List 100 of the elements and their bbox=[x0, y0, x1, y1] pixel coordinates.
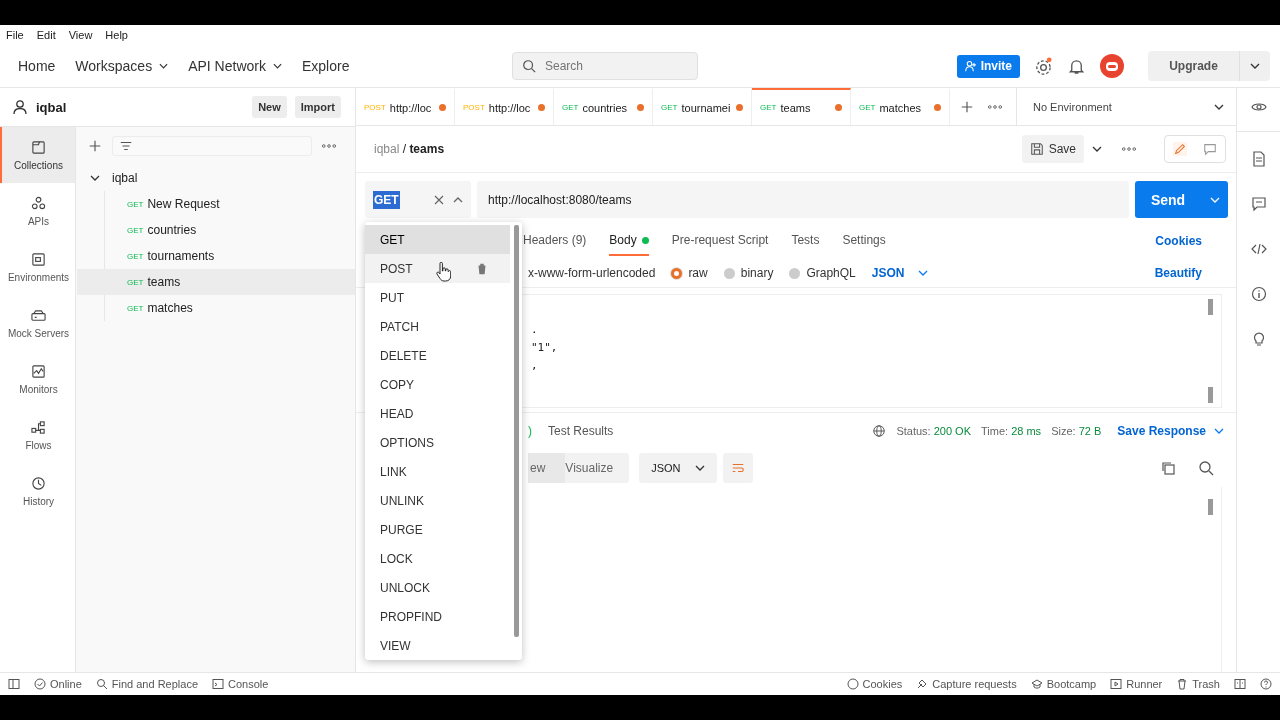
add-icon[interactable] bbox=[960, 99, 974, 114]
status-bar-item[interactable]: Capture requests bbox=[916, 678, 1017, 690]
request-item[interactable]: GET matches bbox=[77, 295, 355, 321]
method-option[interactable]: PROPFIND bbox=[365, 602, 510, 631]
search-icon[interactable] bbox=[1198, 460, 1214, 476]
sidebar-item[interactable]: Environments bbox=[0, 239, 75, 295]
import-button[interactable]: Import bbox=[294, 96, 341, 118]
method-option[interactable]: PATCH bbox=[365, 312, 510, 341]
edit-mode-button[interactable] bbox=[1173, 142, 1187, 156]
help-icon[interactable] bbox=[1260, 678, 1272, 690]
nav-link[interactable]: Workspaces bbox=[75, 58, 169, 74]
request-tab[interactable]: GET matches bbox=[851, 88, 950, 125]
scrollbar-thumb[interactable] bbox=[1208, 299, 1213, 315]
method-option[interactable]: LINK bbox=[365, 457, 510, 486]
document-icon[interactable] bbox=[1250, 151, 1267, 167]
status-bar-item[interactable]: Runner bbox=[1110, 678, 1163, 690]
method-option[interactable]: PURGE bbox=[365, 515, 510, 544]
sidebar-item[interactable]: Mock Servers bbox=[0, 295, 75, 351]
method-option[interactable]: COPY bbox=[365, 370, 510, 399]
body-type-option[interactable]: GraphQL bbox=[789, 266, 856, 280]
request-section-tab[interactable]: Tests bbox=[791, 226, 820, 256]
scrollbar-thumb[interactable] bbox=[514, 225, 519, 637]
menu-item[interactable]: Help bbox=[105, 29, 128, 41]
invite-button[interactable]: Invite bbox=[956, 54, 1020, 78]
sidebar-toggle-icon[interactable] bbox=[8, 678, 20, 690]
sidebar-item[interactable]: Collections bbox=[0, 127, 75, 183]
filter-field[interactable] bbox=[112, 136, 312, 156]
request-tab[interactable]: POST http://loc bbox=[356, 88, 455, 125]
beautify-link[interactable]: Beautify bbox=[1154, 266, 1202, 280]
environment-dropdown[interactable]: No Environment bbox=[1016, 88, 1236, 125]
method-option[interactable]: VIEW bbox=[365, 631, 510, 660]
sidebar-item[interactable]: History bbox=[0, 463, 75, 519]
status-bar-item[interactable]: Trash bbox=[1176, 678, 1220, 690]
body-type-option[interactable]: binary bbox=[723, 266, 774, 280]
status-bar-item[interactable]: Console bbox=[212, 678, 269, 690]
comment-mode-button[interactable] bbox=[1203, 142, 1217, 156]
menu-item[interactable]: Edit bbox=[36, 29, 56, 41]
body-type-option[interactable]: x-www-form-urlencoded bbox=[528, 266, 656, 280]
method-option[interactable]: UNLOCK bbox=[365, 573, 510, 602]
sidebar-item[interactable]: APIs bbox=[0, 183, 75, 239]
more-icon[interactable] bbox=[322, 144, 336, 148]
more-icon[interactable] bbox=[988, 104, 1002, 109]
request-item[interactable]: GET teams bbox=[77, 269, 355, 295]
request-section-tab[interactable]: Pre-request Script bbox=[671, 226, 769, 256]
sidebar-item[interactable]: Monitors bbox=[0, 351, 75, 407]
menu-item[interactable]: File bbox=[6, 29, 24, 41]
clear-icon[interactable] bbox=[433, 193, 445, 206]
new-button[interactable]: New bbox=[252, 96, 287, 118]
view-tab[interactable]: Visualize bbox=[565, 453, 630, 483]
format-dropdown[interactable]: JSON bbox=[871, 266, 929, 280]
request-tab[interactable]: GET countries bbox=[554, 88, 653, 125]
method-field[interactable]: GET bbox=[365, 181, 471, 218]
request-tab[interactable]: GET teams bbox=[752, 88, 851, 125]
method-option[interactable]: DELETE bbox=[365, 341, 510, 370]
request-section-tab[interactable]: Headers (9) bbox=[523, 226, 587, 256]
caret-icon[interactable] bbox=[1092, 146, 1102, 152]
cookies-link[interactable]: Cookies bbox=[1155, 234, 1202, 248]
sidebar-item[interactable]: Flows bbox=[0, 407, 75, 463]
code-icon[interactable] bbox=[1250, 241, 1267, 257]
comment-icon[interactable] bbox=[1250, 196, 1267, 212]
status-bar-item[interactable]: Find and Replace bbox=[95, 678, 199, 690]
request-item[interactable]: GET tournaments bbox=[77, 243, 355, 269]
method-option[interactable]: POST bbox=[365, 254, 510, 283]
request-item[interactable]: GET New Request bbox=[77, 191, 355, 217]
scrollbar-thumb[interactable] bbox=[1208, 499, 1213, 515]
method-option[interactable]: LOCK bbox=[365, 544, 510, 573]
view-tab[interactable]: ew bbox=[528, 453, 566, 483]
method-option[interactable]: GET bbox=[365, 225, 510, 254]
settings-icon[interactable] bbox=[1034, 56, 1053, 76]
caret-icon[interactable] bbox=[1250, 63, 1260, 69]
method-option[interactable]: UNLINK bbox=[365, 486, 510, 515]
nav-link[interactable]: Home bbox=[18, 58, 56, 74]
request-tab[interactable]: POST http://loc bbox=[455, 88, 554, 125]
request-item[interactable]: GET countries bbox=[77, 217, 355, 243]
request-tab[interactable]: GET tournamei bbox=[653, 88, 752, 125]
search-field[interactable]: Search bbox=[512, 52, 698, 80]
nav-link[interactable]: API Network bbox=[188, 58, 282, 74]
status-bar-item[interactable]: Cookies bbox=[846, 678, 903, 690]
avatar-icon[interactable] bbox=[1100, 54, 1124, 78]
request-section-tab[interactable]: Settings bbox=[842, 226, 886, 256]
response-tab[interactable]: Test Results bbox=[548, 424, 614, 438]
url-field[interactable]: http://localhost:8080/teams bbox=[477, 181, 1129, 218]
method-option[interactable]: OPTIONS bbox=[365, 428, 510, 457]
request-section-tab[interactable]: Body bbox=[609, 226, 649, 256]
collection-item[interactable]: iqbal bbox=[76, 165, 355, 191]
info-icon[interactable] bbox=[1250, 286, 1267, 302]
save-response-button[interactable]: Save Response bbox=[1117, 424, 1224, 438]
save-button[interactable]: Save bbox=[1021, 135, 1084, 163]
send-button[interactable]: Send bbox=[1135, 181, 1228, 218]
menu-item[interactable]: View bbox=[68, 29, 93, 41]
scrollbar-thumb[interactable] bbox=[1208, 387, 1213, 403]
more-icon[interactable] bbox=[1122, 147, 1136, 151]
format-dropdown[interactable]: JSON bbox=[639, 453, 717, 483]
nav-link[interactable]: Explore bbox=[301, 58, 350, 74]
status-bar-item[interactable]: Online bbox=[34, 678, 82, 690]
add-icon[interactable] bbox=[88, 139, 102, 153]
layout-icon[interactable] bbox=[1234, 678, 1246, 690]
body-type-option[interactable]: raw bbox=[671, 266, 708, 280]
status-bar-item[interactable]: Bootcamp bbox=[1030, 678, 1097, 690]
chevron-up-icon[interactable] bbox=[453, 196, 463, 203]
